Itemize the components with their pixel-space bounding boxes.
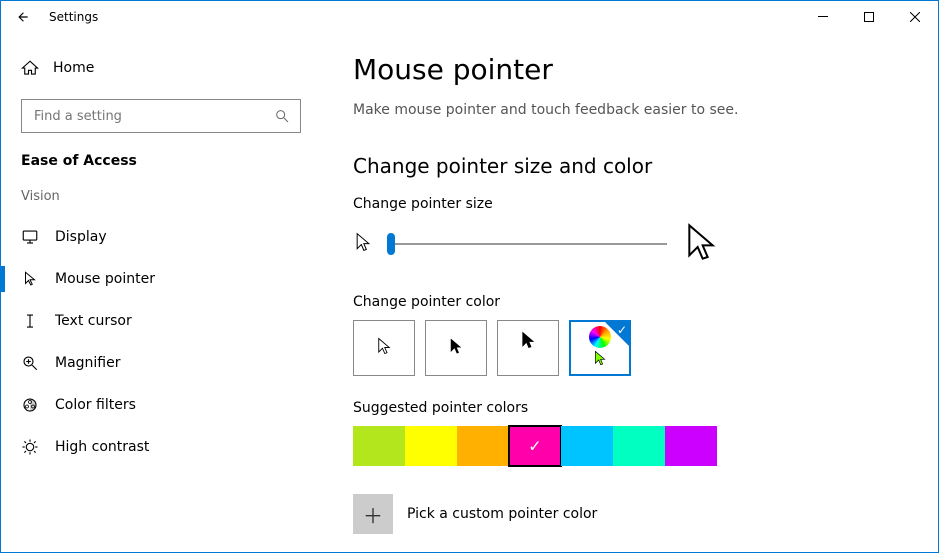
sidebar: Home Ease of Access Vision Display Mouse… — [1, 33, 321, 552]
back-button[interactable] — [5, 1, 41, 33]
pick-custom-color-label: Pick a custom pointer color — [407, 506, 597, 522]
sidebar-item-label: Magnifier — [55, 355, 121, 371]
sidebar-item-label: Text cursor — [55, 313, 132, 329]
color-swatch[interactable] — [353, 426, 405, 466]
sidebar-item-label: Mouse pointer — [55, 271, 155, 287]
cursor-small-icon — [353, 232, 373, 256]
titlebar: Settings — [1, 1, 938, 33]
cursor-white-icon — [375, 337, 393, 359]
section-heading: Change pointer size and color — [353, 154, 906, 178]
minimize-button[interactable] — [800, 1, 846, 33]
page-subtitle: Make mouse pointer and touch feedback ea… — [353, 102, 906, 118]
close-button[interactable] — [892, 1, 938, 33]
scheme-white[interactable] — [353, 320, 415, 376]
search-input[interactable] — [32, 108, 274, 125]
magnifier-icon — [21, 354, 39, 372]
color-filters-icon — [21, 396, 39, 414]
text-cursor-icon — [21, 312, 39, 330]
sidebar-home[interactable]: Home — [1, 49, 321, 87]
color-swatch[interactable]: ✓ — [509, 426, 561, 466]
main-content: Mouse pointer Make mouse pointer and tou… — [321, 33, 938, 552]
color-swatch[interactable] — [613, 426, 665, 466]
sidebar-item-mouse-pointer[interactable]: Mouse pointer — [1, 258, 321, 300]
sidebar-item-color-filters[interactable]: Color filters — [1, 384, 321, 426]
color-swatch[interactable] — [457, 426, 509, 466]
pointer-size-label: Change pointer size — [353, 196, 906, 212]
window-title: Settings — [49, 10, 98, 24]
cursor-custom-icon — [592, 350, 608, 370]
scheme-black[interactable] — [425, 320, 487, 376]
suggested-colors-label: Suggested pointer colors — [353, 400, 906, 416]
suggested-colors-row: ✓ — [353, 426, 906, 466]
color-swatch[interactable] — [405, 426, 457, 466]
home-icon — [21, 59, 39, 77]
color-swatch[interactable] — [665, 426, 717, 466]
high-contrast-icon — [21, 438, 39, 456]
search-icon — [274, 108, 290, 124]
sidebar-item-magnifier[interactable]: Magnifier — [1, 342, 321, 384]
color-swatch[interactable] — [561, 426, 613, 466]
maximize-button[interactable] — [846, 1, 892, 33]
sidebar-item-label: Display — [55, 229, 107, 245]
minimize-icon — [818, 12, 828, 22]
maximize-icon — [864, 12, 874, 22]
check-icon: ✓ — [528, 437, 541, 456]
sidebar-item-label: High contrast — [55, 439, 149, 455]
pointer-color-label: Change pointer color — [353, 294, 906, 310]
sidebar-item-label: Color filters — [55, 397, 136, 413]
custom-color-row: ＋ Pick a custom pointer color — [353, 494, 906, 534]
check-icon: ✓ — [617, 323, 627, 337]
page-title: Mouse pointer — [353, 53, 906, 86]
pointer-size-slider[interactable] — [387, 232, 667, 256]
sidebar-home-label: Home — [53, 60, 94, 76]
search-box[interactable] — [21, 99, 301, 133]
cursor-inverted-icon — [519, 331, 537, 353]
scheme-inverted[interactable] — [497, 320, 559, 376]
close-icon — [910, 12, 920, 22]
cursor-black-icon — [447, 337, 465, 359]
sidebar-group-label: Vision — [1, 189, 321, 216]
scheme-custom[interactable]: ✓ — [569, 320, 631, 376]
pointer-size-row — [353, 222, 906, 266]
sidebar-section-title: Ease of Access — [1, 153, 321, 189]
pointer-color-schemes: ✓ — [353, 320, 906, 376]
slider-thumb[interactable] — [387, 233, 395, 255]
pick-custom-color-button[interactable]: ＋ — [353, 494, 393, 534]
plus-icon: ＋ — [363, 500, 383, 529]
sidebar-item-high-contrast[interactable]: High contrast — [1, 426, 321, 468]
sidebar-item-display[interactable]: Display — [1, 216, 321, 258]
arrow-left-icon — [16, 10, 30, 24]
sidebar-item-text-cursor[interactable]: Text cursor — [1, 300, 321, 342]
display-icon — [21, 228, 39, 246]
mouse-pointer-icon — [21, 270, 39, 288]
cursor-large-icon — [681, 222, 721, 266]
